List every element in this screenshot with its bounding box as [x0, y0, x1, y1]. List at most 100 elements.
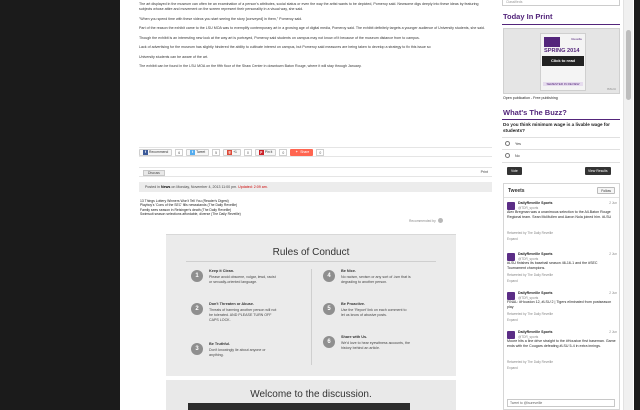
tweet-handle[interactable]: @TDR_sports: [518, 206, 538, 210]
retweet-note: Retweeted by The Daily Reveille: [507, 312, 554, 316]
rule-number: 4: [323, 270, 335, 282]
recommend-label: Recommend: [149, 149, 169, 154]
rule-title: Be Nice.: [341, 269, 356, 273]
tweet-date[interactable]: 2 Jun: [609, 201, 617, 205]
article-paragraph: Though the exhibit is an interesting new…: [139, 35, 420, 40]
print-link[interactable]: Print: [481, 170, 488, 174]
share-count: 0: [316, 148, 325, 156]
facebook-recommend-button[interactable]: f Recommend: [139, 148, 173, 156]
tweet[interactable]: DailyReveille Sports @TDR_sports 2 Jun #…: [507, 252, 617, 292]
scrollbar[interactable]: [623, 0, 633, 410]
sidebar: Classifieds Today In Print Reveille SPRI…: [502, 0, 620, 410]
avatar[interactable]: [507, 202, 515, 210]
recommend-count: 6: [175, 148, 184, 156]
rule-number: 6: [323, 336, 335, 348]
click-to-read-button[interactable]: Click to read: [542, 56, 584, 66]
discussion-welcome: Welcome to the discussion.: [166, 380, 456, 410]
tweet-text: FINAL: #Houston 12, #LSU 2 | Tigers elim…: [507, 300, 612, 309]
vote-button[interactable]: Vote: [507, 167, 522, 175]
tweet[interactable]: DailyReveille Sports @TDR_sports 2 Jun A…: [507, 201, 617, 249]
sidebar-top-label[interactable]: Classifieds: [502, 0, 620, 6]
discuss-button[interactable]: Discuss: [143, 170, 165, 176]
poll-option-no[interactable]: No: [505, 153, 520, 158]
radio-button[interactable]: [505, 141, 510, 146]
poll-option-label: Yes: [515, 141, 521, 146]
tweet-date[interactable]: 2 Jun: [609, 252, 617, 256]
share-label: Share: [300, 149, 310, 154]
share-button[interactable]: + Share: [290, 148, 314, 156]
rules-of-conduct: Rules of Conduct 1 Keep it Clean. Please…: [166, 234, 456, 376]
rule-item: 1 Keep it Clean. Please avoid obscene, v…: [191, 269, 311, 299]
login-bar[interactable]: [188, 403, 410, 410]
tweet[interactable]: DailyReveille Sports @TDR_sports 2 Jun F…: [507, 291, 617, 331]
today-in-print-heading: Today In Print: [503, 12, 553, 21]
updated-time: Updated: 2:09 am.: [238, 185, 268, 189]
expand-link[interactable]: Expand: [507, 366, 518, 370]
tweet-count: 5: [212, 148, 221, 156]
divider: [502, 24, 620, 25]
rule-number: 1: [191, 270, 203, 282]
related-links: 13 Things Lottery Winners Won't Tell You…: [140, 199, 493, 216]
tweet-handle[interactable]: @TDR_sports: [518, 296, 538, 300]
follow-button[interactable]: Follow: [597, 187, 615, 194]
buzz-heading: What's The Buzz?: [503, 108, 567, 117]
view-results-button[interactable]: View Results: [585, 167, 611, 175]
divider: [504, 197, 619, 198]
article-paragraph: "When you spend time with these videos y…: [139, 16, 303, 21]
print-edition-viewer[interactable]: Reveille SPRING 2014 SEMESTER IN REVIEW …: [503, 28, 620, 94]
rule-title: Be Proactive.: [341, 302, 366, 306]
radio-button[interactable]: [505, 153, 510, 158]
rule-item: 4 Be Nice. No racism, sexism or any sort…: [323, 269, 443, 299]
expand-link[interactable]: Expand: [507, 279, 518, 283]
pinterest-icon: p: [258, 149, 264, 155]
avatar[interactable]: [507, 292, 515, 300]
tweet-date[interactable]: 2 Jun: [609, 330, 617, 334]
poll-option-label: No: [515, 153, 520, 158]
divider: [311, 269, 312, 365]
rule-title: Share with Us.: [341, 335, 368, 339]
tweets-heading: Tweets: [508, 188, 525, 194]
scroll-thumb[interactable]: [626, 30, 631, 100]
tweet-date[interactable]: 2 Jun: [609, 291, 617, 295]
tweet-button[interactable]: t Tweet: [186, 148, 210, 156]
divider: [502, 162, 620, 163]
expand-link[interactable]: Expand: [507, 318, 518, 322]
twitter-widget: Tweets Follow DailyReveille Sports @TDR_…: [503, 183, 620, 410]
open-publication-link[interactable]: Open publication - Free publishing: [503, 96, 558, 100]
tweet-handle[interactable]: @TDR_sports: [518, 335, 538, 339]
pin-count: 0: [279, 148, 288, 156]
avatar[interactable]: [507, 253, 515, 261]
expand-link[interactable]: Expand: [507, 237, 518, 241]
tweet-compose-input[interactable]: Tweet to @lsureveille: [507, 399, 615, 407]
tweet[interactable]: DailyReveille Sports @TDR_sports 2 Jun M…: [507, 330, 617, 380]
tweet-author[interactable]: DailyReveille Sports: [518, 252, 553, 256]
facebook-icon: f: [143, 149, 148, 155]
divider: [186, 261, 436, 262]
share-bar: f Recommend 6 t Tweet 5 g +1 0 p Pin it …: [139, 147, 492, 157]
tweet-handle[interactable]: @TDR_sports: [518, 257, 538, 261]
posted-prefix: Posted in: [145, 185, 160, 189]
gplus-count: 0: [243, 148, 252, 156]
article-paragraph: Part of the reason the exhibit came to t…: [139, 26, 485, 30]
issuu-logo[interactable]: ISSUU: [607, 87, 616, 91]
google-plus-button[interactable]: g +1: [223, 148, 241, 156]
rule-title: Be Truthful.: [209, 342, 231, 346]
tweet-label: Tweet: [196, 149, 206, 154]
related-link[interactable]: Swimsuit season selections affordable, d…: [140, 212, 493, 216]
avatar[interactable]: [507, 331, 515, 339]
recommended-by[interactable]: Recommended by: [409, 218, 443, 223]
category-link[interactable]: News: [161, 185, 170, 189]
tweet-text: #LSU finishes its baseball season 46-16-…: [507, 261, 598, 270]
pinterest-button[interactable]: p Pin it: [254, 148, 277, 156]
article-paragraph: University students can be aware of the …: [139, 54, 209, 59]
retweet-note: Retweeted by The Daily Reveille: [507, 273, 554, 277]
rule-item: 5 Be Proactive. Use the 'Report' link on…: [323, 302, 443, 332]
tweet-author[interactable]: DailyReveille Sports: [518, 291, 553, 295]
rule-item: 3 Be Truthful. Don't knowingly lie about…: [191, 342, 311, 372]
rule-item: 2 Don't Threaten or Abuse. Threats of ha…: [191, 302, 311, 332]
tweet-author[interactable]: DailyReveille Sports: [518, 201, 553, 205]
magazine-masthead: Reveille: [571, 37, 582, 41]
tweet-author[interactable]: DailyReveille Sports: [518, 330, 553, 334]
rule-number: 2: [191, 303, 203, 315]
poll-option-yes[interactable]: Yes: [505, 141, 521, 146]
